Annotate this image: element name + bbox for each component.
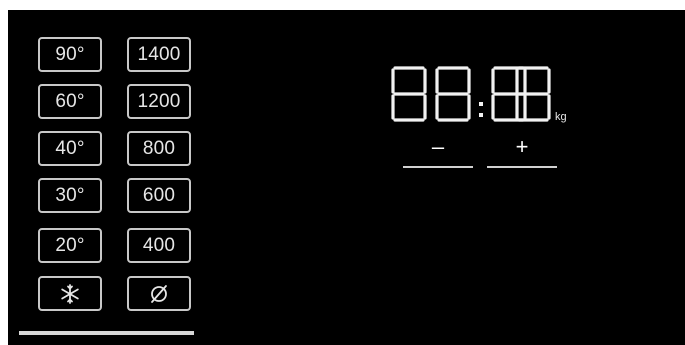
display-digit-4 (515, 66, 551, 122)
spin-1400-button[interactable]: 1400 (127, 37, 191, 72)
plus-button[interactable]: + (487, 136, 557, 168)
temp-20-button[interactable]: 20° (38, 228, 102, 263)
bottom-edge-strip (19, 331, 194, 335)
spin-1200-button[interactable]: 1200 (127, 84, 191, 119)
weight-unit-label: kg (555, 111, 567, 123)
spin-400-button[interactable]: 400 (127, 228, 191, 263)
no-spin-icon (151, 284, 167, 303)
temp-90-button[interactable]: 90° (38, 37, 102, 72)
cold-wash-button[interactable] (38, 276, 102, 311)
spin-600-button[interactable]: 600 (127, 178, 191, 213)
spin-800-button[interactable]: 800 (127, 131, 191, 166)
no-spin-button[interactable] (127, 276, 191, 311)
temp-60-button[interactable]: 60° (38, 84, 102, 119)
display-digit-2 (435, 66, 471, 122)
display-digit-1 (391, 66, 427, 122)
display-colon (479, 102, 483, 117)
control-panel (8, 10, 685, 345)
temp-30-button[interactable]: 30° (38, 178, 102, 213)
temp-40-button[interactable]: 40° (38, 131, 102, 166)
minus-button[interactable]: – (403, 136, 473, 168)
snowflake-icon (61, 283, 79, 304)
